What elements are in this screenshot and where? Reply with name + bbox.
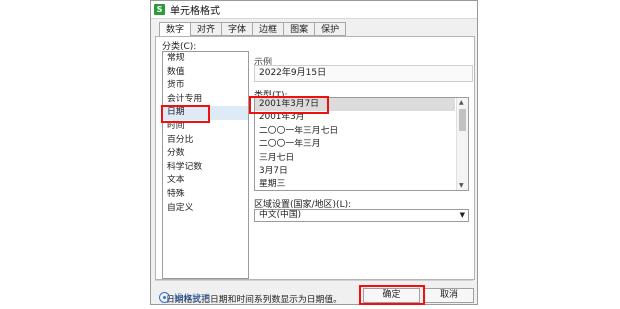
- region-select-value: 中文(中国): [259, 210, 302, 220]
- tab-protection[interactable]: 保护: [315, 22, 347, 36]
- category-item[interactable]: 时间: [163, 120, 248, 134]
- type-item-selected[interactable]: 2001年3月7日: [255, 98, 455, 112]
- eye-icon: [159, 292, 170, 303]
- type-item[interactable]: 星期三: [255, 178, 455, 191]
- category-item[interactable]: 文本: [163, 174, 248, 188]
- title-bar: S 单元格格式: [151, 1, 477, 19]
- sample-preview: 2022年9月15日: [254, 65, 473, 82]
- tab-panel-number: 分类(C): 常规 数值 货币 会计专用 日期 时间 百分比 分数 科学记数 文…: [155, 36, 475, 305]
- category-item-date[interactable]: 日期: [163, 106, 248, 120]
- type-item[interactable]: 三月七日: [255, 152, 455, 165]
- format-cells-dialog: S 单元格格式 数字 对齐 字体 边框 图案 保护 分类(C): 常规 数值 货…: [150, 0, 478, 305]
- category-item[interactable]: 百分比: [163, 134, 248, 148]
- scroll-up-icon[interactable]: ▲: [459, 99, 464, 106]
- help-link-label: 操作技巧: [174, 294, 211, 304]
- ok-button[interactable]: 确定: [363, 288, 420, 303]
- type-item[interactable]: 二〇〇一年三月: [255, 138, 455, 151]
- scrollbar-thumb[interactable]: [459, 109, 466, 131]
- scroll-down-icon[interactable]: ▼: [459, 182, 464, 189]
- type-list[interactable]: 2001年3月7日 2001年3月 二〇〇一年三月七日 二〇〇一年三月 三月七日…: [254, 97, 469, 191]
- tab-alignment[interactable]: 对齐: [191, 22, 223, 36]
- dialog-title: 单元格格式: [170, 6, 220, 17]
- cancel-button[interactable]: 取消: [424, 288, 474, 303]
- help-link[interactable]: 操作技巧: [159, 291, 210, 304]
- type-item[interactable]: 2001年3月: [255, 111, 455, 124]
- category-item[interactable]: 货币: [163, 79, 248, 93]
- type-item[interactable]: 3月7日: [255, 165, 455, 178]
- footer-divider: [155, 280, 473, 281]
- chevron-down-icon: ▼: [459, 211, 465, 219]
- tab-pattern[interactable]: 图案: [284, 22, 316, 36]
- tab-font[interactable]: 字体: [222, 22, 254, 36]
- tab-border[interactable]: 边框: [253, 22, 285, 36]
- type-item[interactable]: 二〇〇一年三月七日: [255, 125, 455, 138]
- type-list-scrollbar[interactable]: ▲ ▼: [456, 98, 468, 190]
- category-item[interactable]: 自定义: [163, 202, 248, 216]
- tab-strip: 数字 对齐 字体 边框 图案 保护: [159, 22, 347, 37]
- category-item[interactable]: 数值: [163, 66, 248, 80]
- category-item[interactable]: 分数: [163, 147, 248, 161]
- category-item[interactable]: 特殊: [163, 188, 248, 202]
- region-select[interactable]: 中文(中国) ▼: [254, 209, 469, 222]
- category-item[interactable]: 常规: [163, 52, 248, 66]
- category-item[interactable]: 科学记数: [163, 161, 248, 175]
- tab-number[interactable]: 数字: [159, 22, 192, 37]
- category-item[interactable]: 会计专用: [163, 93, 248, 107]
- app-logo-icon: S: [154, 4, 165, 15]
- category-list[interactable]: 常规 数值 货币 会计专用 日期 时间 百分比 分数 科学记数 文本 特殊 自定…: [162, 51, 249, 279]
